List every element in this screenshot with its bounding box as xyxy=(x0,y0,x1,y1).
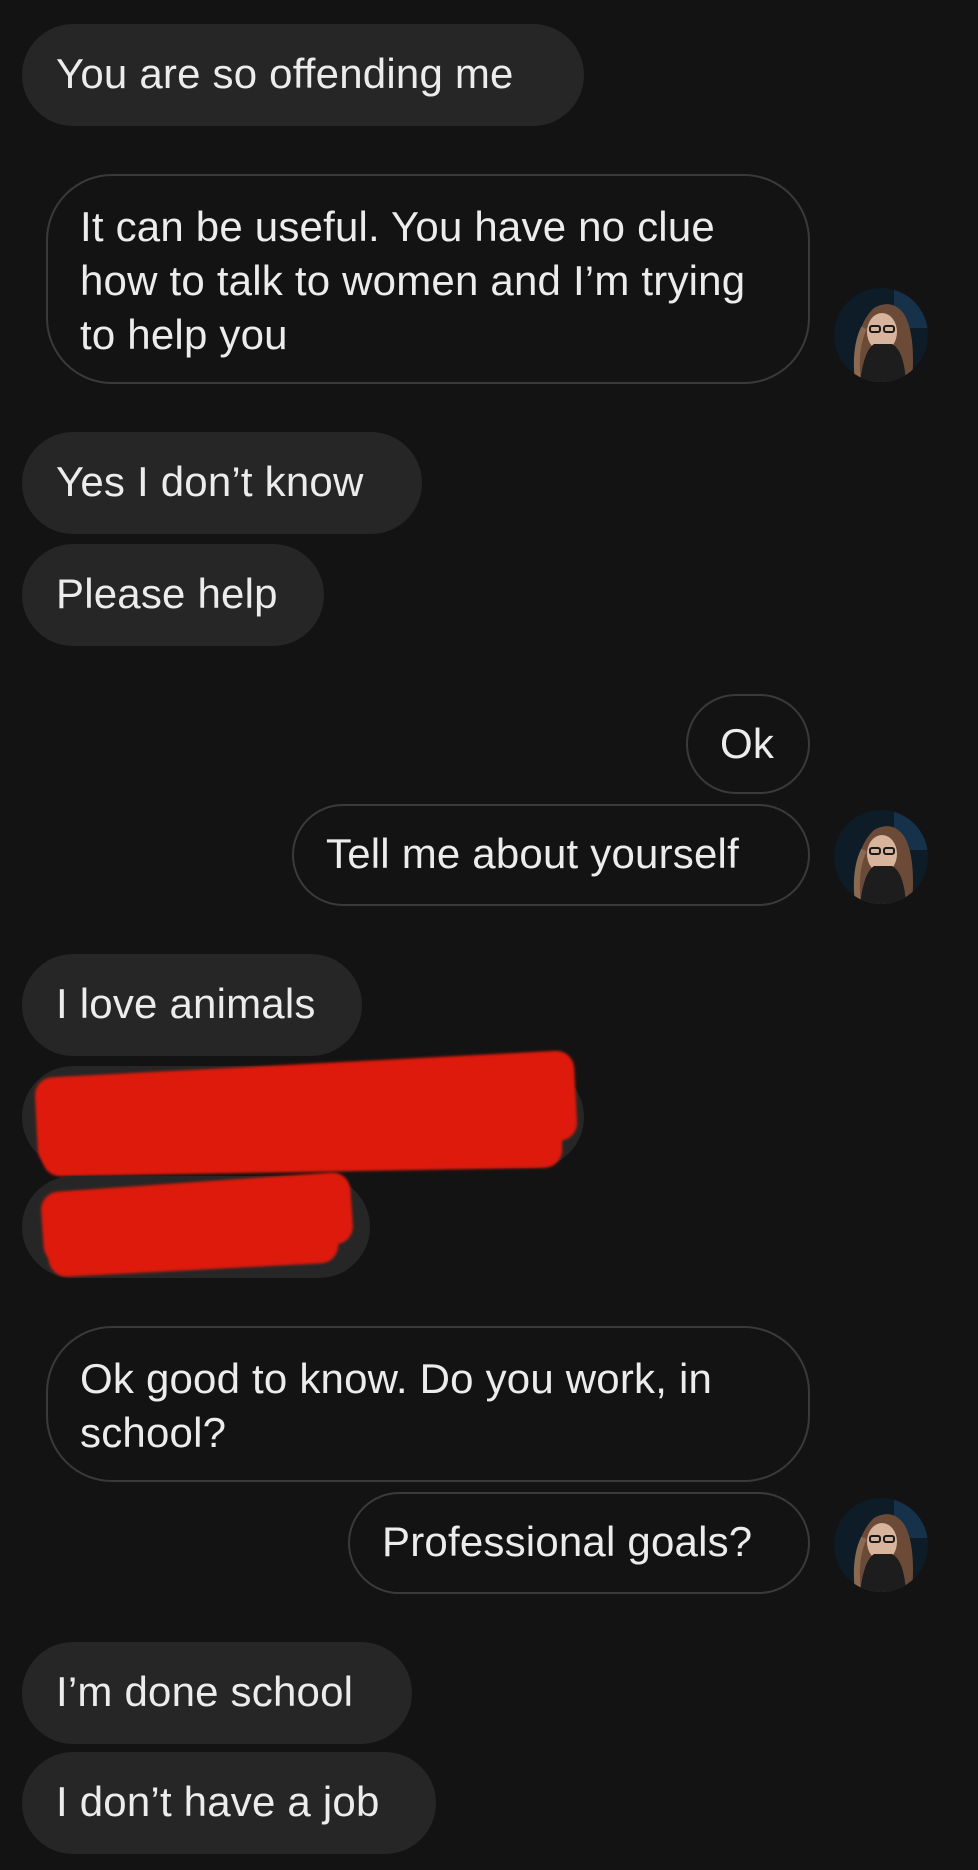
incoming-message[interactable]: Yes I don’t know xyxy=(22,432,422,534)
message-text: I don’t have a job xyxy=(56,1778,380,1825)
outgoing-message[interactable]: Tell me about yourself xyxy=(292,804,810,906)
user-avatar-icon xyxy=(834,810,928,904)
user-avatar-icon xyxy=(834,288,928,382)
message-text: Please help xyxy=(56,570,278,617)
message-text: Ok good to know. Do you work, in school? xyxy=(80,1355,713,1456)
message-text: Tell me about yourself xyxy=(326,830,739,877)
outgoing-message[interactable]: Ok xyxy=(686,694,810,794)
incoming-message[interactable]: I love animals xyxy=(22,954,362,1056)
message-text: I love animals xyxy=(56,980,316,1027)
redaction-mark xyxy=(41,1105,563,1177)
outgoing-message[interactable]: Ok good to know. Do you work, in school? xyxy=(46,1326,810,1482)
outgoing-message[interactable]: It can be useful. You have no clue how t… xyxy=(46,174,810,384)
outgoing-message[interactable]: Professional goals? xyxy=(348,1492,810,1594)
avatar[interactable] xyxy=(834,288,928,382)
incoming-message[interactable]: I don’t have a job xyxy=(22,1752,436,1854)
message-text: It can be useful. You have no clue how t… xyxy=(80,203,746,358)
avatar[interactable] xyxy=(834,1498,928,1592)
message-text: I’m done school xyxy=(56,1668,354,1715)
incoming-message[interactable]: Please help xyxy=(22,544,324,646)
incoming-message[interactable]: I’m done school xyxy=(22,1642,412,1744)
message-text: You are so offending me xyxy=(56,50,514,97)
message-text: Ok xyxy=(720,720,775,767)
incoming-message[interactable]: You are so offending me xyxy=(22,24,584,126)
message-text: Yes I don’t know xyxy=(56,458,364,505)
avatar[interactable] xyxy=(834,810,928,904)
user-avatar-icon xyxy=(834,1498,928,1592)
message-text: Professional goals? xyxy=(382,1518,753,1565)
